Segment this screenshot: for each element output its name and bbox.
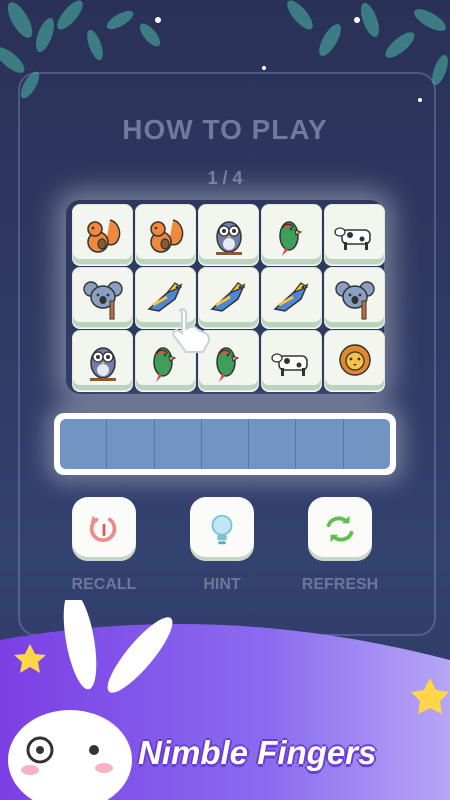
squirrel-icon <box>86 218 120 253</box>
tile-cow[interactable] <box>324 204 385 265</box>
cow-icon <box>270 352 308 376</box>
refresh-icon <box>326 515 354 543</box>
koala-icon <box>334 280 375 319</box>
koala-icon <box>82 280 123 319</box>
hint-button[interactable] <box>190 497 254 561</box>
tile-lion[interactable] <box>324 330 385 391</box>
parrot-icon <box>278 220 302 256</box>
hint-label: HINT <box>203 576 241 593</box>
tile-koala[interactable] <box>72 267 133 328</box>
recall-label: RECALL <box>71 576 137 593</box>
promo-headline: Nimble Fingers <box>138 734 377 771</box>
tile-squirrel[interactable] <box>135 204 196 265</box>
slot <box>107 419 155 469</box>
tutorial-title: HOW TO PLAY <box>122 114 328 145</box>
recall-button[interactable] <box>72 497 136 561</box>
tile-koala[interactable] <box>324 267 385 328</box>
recall-icon <box>89 515 117 542</box>
tile-blue-bird[interactable] <box>261 267 322 328</box>
slot <box>155 419 202 469</box>
tile-board <box>66 200 385 394</box>
owl-icon <box>215 220 242 255</box>
page-indicator: 1 / 4 <box>207 168 243 188</box>
refresh-label: REFRESH <box>301 576 379 593</box>
tile-cow[interactable] <box>261 330 322 391</box>
slot <box>296 419 344 469</box>
slot <box>344 419 390 469</box>
tile-owl[interactable] <box>72 330 133 391</box>
tile-squirrel[interactable] <box>72 204 133 265</box>
refresh-button[interactable] <box>308 497 372 561</box>
tap-hand-icon <box>172 308 210 353</box>
lion-icon <box>338 343 371 376</box>
tile-parrot[interactable] <box>261 204 322 265</box>
slot <box>249 419 297 469</box>
slot <box>202 419 250 469</box>
owl-icon <box>89 346 116 381</box>
squirrel-icon <box>149 218 183 253</box>
cow-icon <box>333 226 371 250</box>
tile-slot-bar <box>54 413 396 475</box>
blue-bird-icon <box>272 281 309 312</box>
slot <box>60 419 108 469</box>
lightbulb-icon <box>211 514 233 545</box>
tile-owl[interactable] <box>198 204 259 265</box>
